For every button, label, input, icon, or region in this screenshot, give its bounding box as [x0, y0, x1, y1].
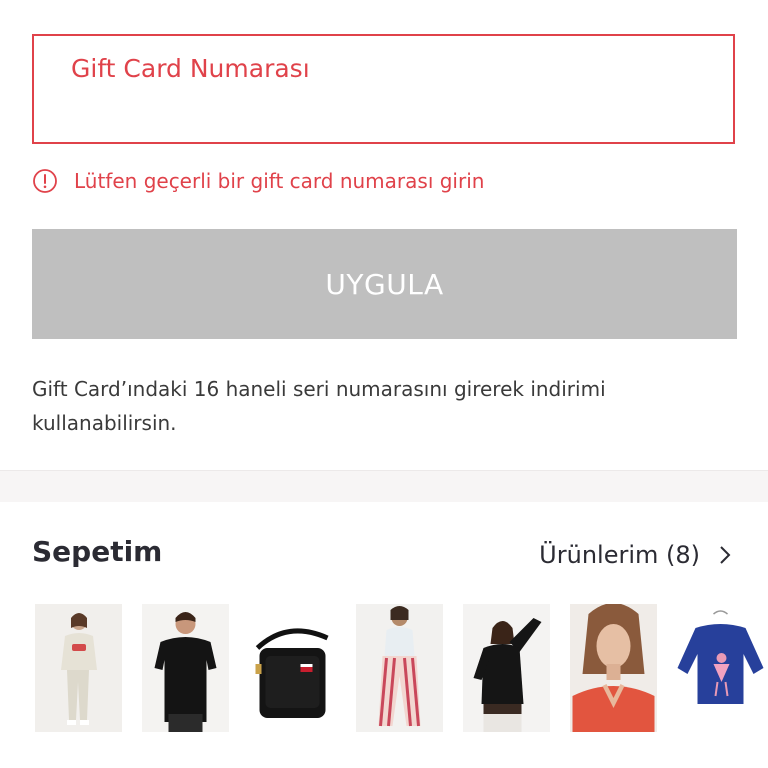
cart-product-thumbnails [35, 604, 768, 732]
product-thumbnail-crossbody-bag[interactable] [249, 604, 336, 732]
error-text: Lütfen geçerli bir gift card numarası gi… [74, 169, 485, 193]
gift-card-field[interactable]: Gift Card Numarası [32, 34, 735, 144]
gift-card-error: Lütfen geçerli bir gift card numarası gi… [32, 166, 484, 196]
black-polo-image [142, 604, 229, 732]
product-thumbnail-blue-kids-top[interactable] [677, 604, 764, 732]
alert-circle-icon [32, 168, 58, 194]
gift-card-help-text: Gift Card’ındaki 16 haneli seri numarası… [32, 377, 606, 435]
crossbody-bag-image [249, 604, 336, 732]
gift-card-input[interactable] [71, 92, 691, 128]
chevron-right-icon [718, 544, 732, 566]
blue-kids-top-image [677, 604, 764, 732]
red-sweater-image [570, 604, 657, 732]
product-thumbnail-striped-trousers[interactable] [356, 604, 443, 732]
product-thumbnail-black-top[interactable] [463, 604, 550, 732]
my-products-link[interactable]: Ürünlerim (8) [539, 539, 732, 571]
my-products-label: Ürünlerim (8) [539, 541, 700, 569]
gift-card-label: Gift Card Numarası [71, 54, 310, 83]
kids-sweatsuit-image [35, 604, 122, 732]
section-divider [0, 470, 768, 502]
apply-button[interactable]: UYGULA [32, 229, 737, 339]
black-top-image [463, 604, 550, 732]
product-thumbnail-kids-sweatsuit[interactable] [35, 604, 122, 732]
striped-trousers-image [356, 604, 443, 732]
product-thumbnail-red-sweater[interactable] [570, 604, 657, 732]
product-thumbnail-black-polo[interactable] [142, 604, 229, 732]
cart-title: Sepetim [32, 535, 163, 568]
